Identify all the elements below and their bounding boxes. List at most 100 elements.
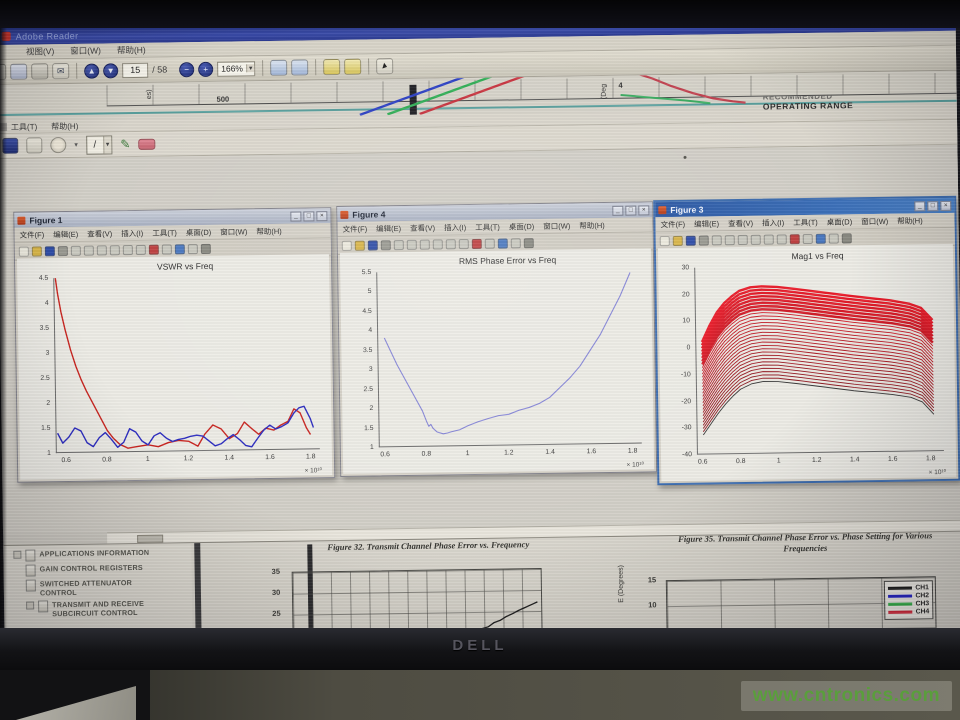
- open-file-icon[interactable]: [673, 235, 683, 245]
- insert-legend-icon[interactable]: [511, 238, 521, 248]
- menu-item[interactable]: 编辑(E): [376, 223, 401, 234]
- menu-item[interactable]: 文件(F): [660, 218, 685, 229]
- zoom-level-select[interactable]: 166% ▾: [217, 61, 255, 77]
- menu-item[interactable]: 插入(I): [121, 227, 143, 238]
- print-figure-icon[interactable]: [381, 240, 391, 250]
- data-cursor-icon[interactable]: [136, 244, 146, 254]
- menu-item[interactable]: 插入(I): [762, 217, 784, 228]
- stamp-tool-icon[interactable]: [50, 137, 66, 153]
- menu-item[interactable]: 工具(T): [793, 216, 818, 227]
- dropdown-arrow-icon[interactable]: ▾: [246, 64, 255, 72]
- zoom-out-button[interactable]: −: [179, 62, 194, 77]
- bookmark-item[interactable]: APPLICATIONS INFORMATION: [13, 547, 187, 562]
- bookmark-label[interactable]: GAIN CONTROL REGISTERS: [40, 563, 143, 574]
- zoom-out-icon[interactable]: [97, 245, 107, 255]
- rotate-3d-icon[interactable]: [123, 245, 133, 255]
- brush-icon[interactable]: [790, 234, 800, 244]
- edit-plot-icon[interactable]: [712, 235, 722, 245]
- menu-item[interactable]: 查看(V): [87, 228, 112, 239]
- open-file-icon[interactable]: [355, 240, 365, 250]
- adobe-menu-item[interactable]: 窗口(W): [70, 44, 101, 56]
- previous-page-button[interactable]: ▲: [84, 63, 99, 78]
- dock-figure-icon[interactable]: [201, 243, 211, 253]
- maximize-button[interactable]: □: [927, 201, 938, 211]
- save-icon[interactable]: [2, 138, 18, 154]
- close-button[interactable]: ×: [940, 200, 951, 210]
- dropdown-arrow-icon[interactable]: ▾: [74, 141, 78, 149]
- insert-legend-icon[interactable]: [829, 233, 839, 243]
- rotate-3d-icon[interactable]: [446, 239, 456, 249]
- menu-item[interactable]: 桌面(D): [827, 216, 853, 227]
- bookmark-item[interactable]: TRANSMIT AND RECEIVE SUBCIRCUIT CONTROL: [26, 598, 188, 618]
- expand-icon[interactable]: [13, 551, 21, 559]
- brush-icon[interactable]: [149, 244, 159, 254]
- menu-item[interactable]: 编辑(E): [53, 228, 78, 239]
- line-tool-icon[interactable]: /: [87, 139, 103, 150]
- zoom-in-icon[interactable]: [407, 239, 417, 249]
- menu-item[interactable]: 桌面(D): [509, 221, 535, 232]
- insert-colorbar-icon[interactable]: [498, 238, 508, 248]
- eraser-tool-icon[interactable]: [138, 138, 155, 149]
- menu-item[interactable]: 编辑(E): [694, 218, 719, 229]
- page-number-input[interactable]: [122, 62, 148, 77]
- rotate-3d-icon[interactable]: [764, 234, 774, 244]
- dropdown-arrow-icon[interactable]: ▾: [103, 136, 112, 153]
- open-file-icon[interactable]: [32, 246, 42, 256]
- comment-icon[interactable]: [323, 59, 340, 75]
- zoom-out-icon[interactable]: [738, 234, 748, 244]
- page-setup-icon[interactable]: [26, 137, 42, 153]
- adobe-menu-item[interactable]: 视图(V): [26, 45, 55, 57]
- menu-item[interactable]: 窗口(W): [220, 226, 247, 237]
- minimize-button[interactable]: _: [290, 211, 301, 221]
- bookmark-label[interactable]: TRANSMIT AND RECEIVE SUBCIRCUIT CONTROL: [52, 599, 162, 619]
- bookmark-label[interactable]: APPLICATIONS INFORMATION: [39, 548, 149, 559]
- link-plot-icon[interactable]: [162, 244, 172, 254]
- bookmark-item[interactable]: SWITCHED ATTENUATOR CONTROL: [26, 577, 188, 597]
- data-cursor-icon[interactable]: [777, 234, 787, 244]
- pan-icon[interactable]: [433, 239, 443, 249]
- email-icon[interactable]: ✉: [52, 63, 69, 79]
- print-figure-icon[interactable]: [699, 235, 709, 245]
- link-plot-icon[interactable]: [485, 238, 495, 248]
- minimize-button[interactable]: _: [612, 205, 623, 215]
- menu-item[interactable]: 桌面(D): [186, 226, 212, 237]
- zoom-out-icon[interactable]: [420, 239, 430, 249]
- data-cursor-icon[interactable]: [459, 239, 469, 249]
- pan-icon[interactable]: [110, 245, 120, 255]
- zoom-in-icon[interactable]: [725, 235, 735, 245]
- bookmark-label[interactable]: SWITCHED ATTENUATOR CONTROL: [40, 578, 150, 598]
- highlight-icon[interactable]: [344, 59, 361, 75]
- menu-item[interactable]: 帮助(H): [579, 220, 605, 231]
- insert-colorbar-icon[interactable]: [816, 233, 826, 243]
- paint-menu-item[interactable]: 帮助(H): [51, 120, 78, 131]
- link-plot-icon[interactable]: [803, 233, 813, 243]
- insert-legend-icon[interactable]: [188, 244, 198, 254]
- close-button[interactable]: ×: [316, 211, 327, 221]
- line-tool-select[interactable]: / ▾: [86, 135, 113, 154]
- pencil-tool-icon[interactable]: ✎: [120, 137, 130, 151]
- select-tool-icon[interactable]: [376, 58, 393, 74]
- dock-figure-icon[interactable]: [524, 238, 534, 248]
- new-figure-icon[interactable]: [342, 240, 352, 250]
- menu-item[interactable]: 帮助(H): [897, 215, 923, 226]
- minimize-button[interactable]: _: [914, 201, 925, 211]
- paint-menu-item[interactable]: 工具(T): [11, 121, 37, 132]
- save-figure-icon[interactable]: [368, 240, 378, 250]
- zoom-in-icon[interactable]: [84, 245, 94, 255]
- fit-width-icon[interactable]: [291, 59, 308, 75]
- zoom-in-button[interactable]: +: [198, 61, 213, 76]
- dock-figure-icon[interactable]: [842, 233, 852, 243]
- pan-icon[interactable]: [751, 234, 761, 244]
- insert-colorbar-icon[interactable]: [175, 244, 185, 254]
- close-button[interactable]: ×: [638, 205, 649, 215]
- menu-item[interactable]: 查看(V): [410, 222, 435, 233]
- menu-item[interactable]: 窗口(W): [543, 220, 570, 231]
- expand-icon[interactable]: [26, 602, 34, 610]
- bookmark-item[interactable]: GAIN CONTROL REGISTERS: [26, 562, 188, 576]
- new-figure-icon[interactable]: [19, 246, 29, 256]
- menu-item[interactable]: 查看(V): [728, 217, 753, 228]
- print-figure-icon[interactable]: [58, 245, 68, 255]
- edit-plot-icon[interactable]: [394, 240, 404, 250]
- adobe-menu-item[interactable]: 帮助(H): [117, 44, 146, 56]
- toolbar-partial-icon[interactable]: [0, 64, 6, 80]
